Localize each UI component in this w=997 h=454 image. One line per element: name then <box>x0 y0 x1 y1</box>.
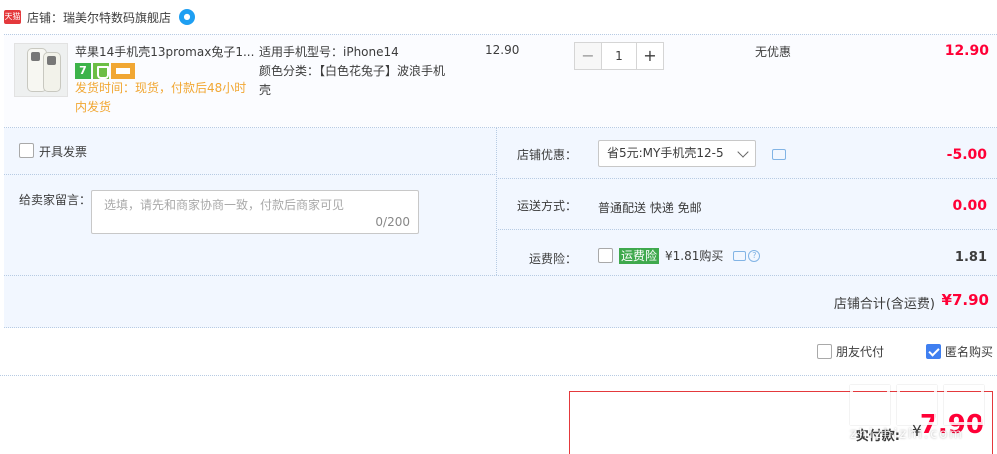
item-subtotal: 12.90 <box>944 43 989 59</box>
payment-options-row: 朋友代付 匿名购买 <box>0 328 997 376</box>
quantity-minus-button[interactable]: − <box>574 42 602 70</box>
coupon-selected-value: 省5元:MY手机壳12-5 <box>607 146 724 160</box>
insurance-option: 运费险 ¥1.81购买 ? <box>598 247 761 264</box>
shop-total-amount: ¥7.90 <box>941 291 989 309</box>
coupon-row: 店铺优惠： 省5元:MY手机壳12-5 -5.00 <box>498 128 997 179</box>
anonymous-checkbox[interactable] <box>926 344 941 359</box>
product-attributes: 适用手机型号：iPhone14 颜色分类：【白色花兔子】波浪手机壳 <box>259 43 449 100</box>
insurance-row: 运费险： 运费险 ¥1.81购买 ? 1.81 <box>498 230 997 275</box>
credit-card-icon[interactable] <box>111 63 135 79</box>
product-thumbnail[interactable] <box>14 43 68 97</box>
insurance-checkbox[interactable] <box>598 248 613 263</box>
guarantee-shield-icon[interactable] <box>93 63 109 79</box>
attr-phone-model: 适用手机型号：iPhone14 <box>259 45 399 59</box>
service-icons: 7 <box>75 63 135 79</box>
product-title-link[interactable]: 苹果14手机壳13promax兔子1... <box>75 43 255 60</box>
quantity-input[interactable]: 1 <box>602 42 636 70</box>
message-char-count: 0/200 <box>375 215 410 229</box>
invoice-label[interactable]: 开具发票 <box>39 143 87 160</box>
seven-day-return-icon[interactable]: 7 <box>75 63 91 79</box>
phone-case-image-back <box>43 52 61 92</box>
chevron-down-icon <box>737 146 749 158</box>
shipping-time-text: 发货时间：现货，付款后48小时内发货 <box>75 81 247 114</box>
actual-payment-label: 实付款: <box>855 429 900 444</box>
order-options-panel: 开具发票 给卖家留言： 选填，请先和商家协商一致，付款后商家可见 0/200 店… <box>4 128 997 328</box>
friend-pay-label: 朋友代付 <box>836 345 885 359</box>
order-item-row: 苹果14手机壳13promax兔子1... 7 发货时间：现货，付款后48小时内… <box>4 34 997 128</box>
invoice-checkbox[interactable] <box>19 143 34 158</box>
shipping-row: 运送方式： 普通配送 快递 免邮 0.00 <box>498 179 997 230</box>
chat-bubble-icon[interactable]: ● <box>179 9 196 25</box>
insurance-amount: 1.81 <box>954 250 987 265</box>
insurance-tag: 运费险 <box>619 247 660 264</box>
coupon-amount: -5.00 <box>946 147 987 163</box>
help-icon[interactable]: ? <box>748 249 761 262</box>
message-textarea[interactable]: 选填，请先和商家协商一致，付款后商家可见 0/200 <box>91 190 419 234</box>
shop-name-link[interactable]: 店铺：瑞美尔特数码旗舰店 <box>27 9 171 26</box>
unit-price: 12.90 <box>485 43 520 57</box>
insurance-label: 运费险： <box>528 252 577 266</box>
tmall-logo-icon: 天猫 <box>4 10 21 24</box>
options-left: 开具发票 给卖家留言： 选填，请先和商家协商一致，付款后商家可见 0/200 <box>4 128 497 275</box>
attr-color: 颜色分类：【白色花兔子】波浪手机壳 <box>259 64 446 97</box>
friend-pay-checkbox[interactable] <box>817 344 832 359</box>
item-discount: 无优惠 <box>755 45 792 59</box>
message-placeholder: 选填，请先和商家协商一致，付款后商家可见 <box>104 198 345 212</box>
actual-payment-box: 实付款: ¥ 7.90 <box>569 391 993 454</box>
options-right: 店铺优惠： 省5元:MY手机壳12-5 -5.00 运送方式： 普通配送 快递 … <box>498 128 997 275</box>
quantity-stepper: − 1 + <box>574 42 664 70</box>
shop-total-label: 店铺合计(含运费) <box>833 297 935 312</box>
insurance-price: ¥1.81购买 <box>665 249 724 263</box>
message-label: 给卖家留言： <box>19 193 92 207</box>
coupon-select[interactable]: 省5元:MY手机壳12-5 <box>598 140 756 167</box>
actual-payment-amount: 7.90 <box>919 410 984 440</box>
shop-total-row: 店铺合计(含运费) ¥7.90 <box>4 275 997 328</box>
shop-header: 天猫 店铺：瑞美尔特数码旗舰店 ● <box>0 0 997 34</box>
friend-pay-option[interactable]: 朋友代付 <box>817 343 884 360</box>
coupon-label: 店铺优惠： <box>516 148 577 162</box>
shipping-method: 普通配送 快递 免邮 <box>598 201 702 215</box>
shipping-amount: 0.00 <box>952 198 987 214</box>
comment-icon[interactable] <box>733 250 747 261</box>
anonymous-label: 匿名购买 <box>945 345 994 359</box>
comment-icon[interactable] <box>772 149 786 160</box>
quantity-plus-button[interactable]: + <box>636 42 664 70</box>
invoice-row: 开具发票 <box>4 128 497 175</box>
anonymous-option[interactable]: 匿名购买 <box>926 343 993 360</box>
shipping-label: 运送方式： <box>516 199 577 213</box>
